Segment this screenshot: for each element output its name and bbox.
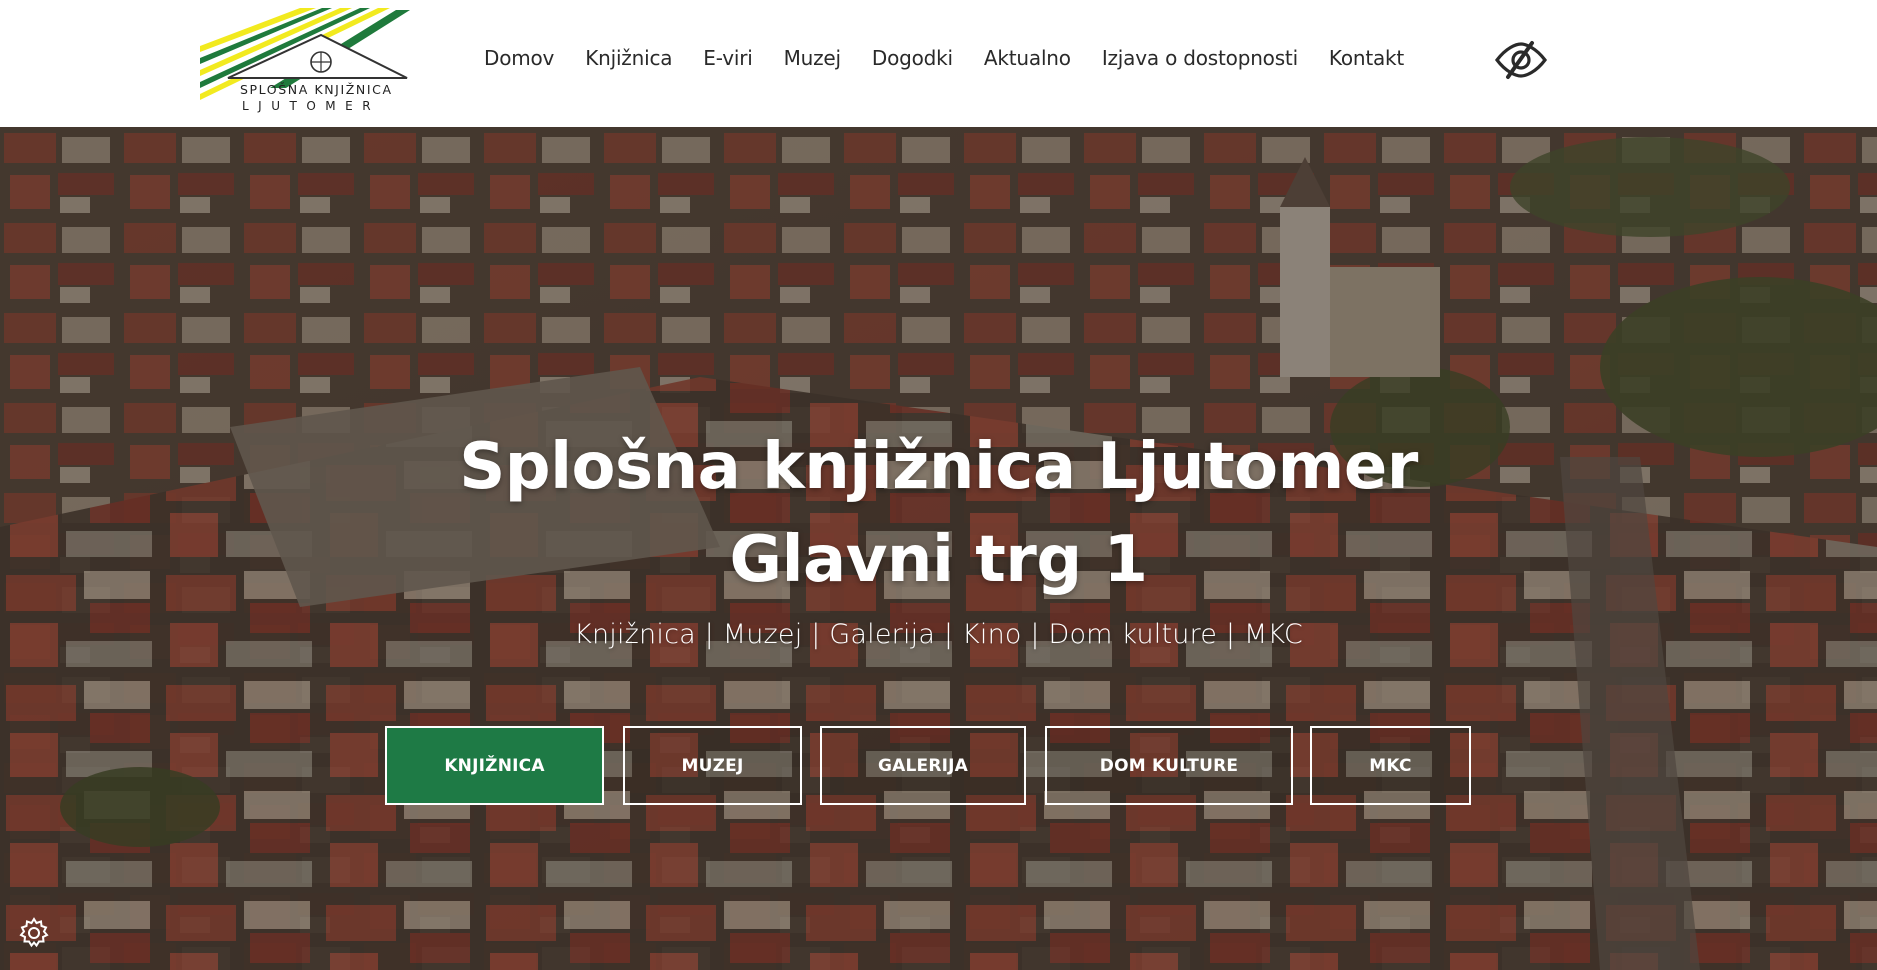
nav-item-muzej[interactable]: Muzej [784,46,841,70]
nav-item-izjava-o-dostopnosti[interactable]: Izjava o dostopnosti [1102,46,1298,70]
mkc-button[interactable]: MKC [1310,726,1471,805]
nav-item-domov[interactable]: Domov [484,46,554,70]
galerija-button[interactable]: GALERIJA [820,726,1026,805]
nav-item-dogodki[interactable]: Dogodki [872,46,953,70]
logo-text-line1: SPLOŠNA KNJIŽNICA [240,82,393,97]
hero-subtitle: Knjižnica | Muzej | Galerija | Kino | Do… [574,619,1303,650]
hero-title-line2: Glavni trg 1 [729,523,1148,597]
nav-item-kontakt[interactable]: Kontakt [1329,46,1404,70]
site-logo[interactable]: SPLOŠNA KNJIŽNICA LJUTOMER [200,8,420,116]
hero-title-line1: Splošna knjižnica Ljutomer [459,430,1418,504]
nav-item-e-viri[interactable]: E-viri [703,46,752,70]
knjiznica-button[interactable]: KNJIŽNICA [385,726,604,805]
logo-text-line2: LJUTOMER [242,99,381,113]
main-navigation: Domov Knjižnica E-viri Muzej Dogodki Akt… [484,46,1435,70]
dom-kulture-button[interactable]: DOM KULTURE [1045,726,1293,805]
eye-slash-icon[interactable] [1494,40,1548,80]
site-header: SPLOŠNA KNJIŽNICA LJUTOMER Domov Knjižni… [0,0,1877,127]
gear-icon[interactable] [18,917,50,949]
nav-item-aktualno[interactable]: Aktualno [984,46,1071,70]
nav-item-knjiznica[interactable]: Knjižnica [585,46,672,70]
hero-section: Splošna knjižnica Ljutomer Glavni trg 1 … [0,127,1877,970]
muzej-button[interactable]: MUZEJ [623,726,802,805]
